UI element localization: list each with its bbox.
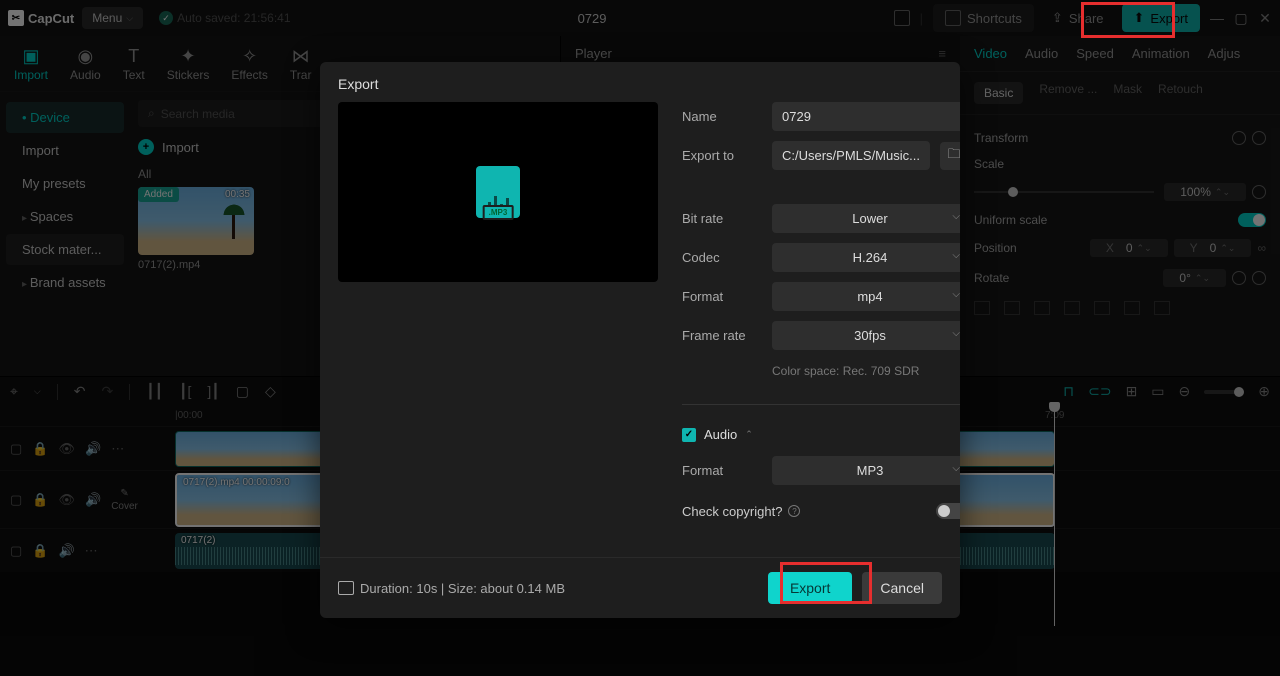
copyright-label: Check copyright?: [682, 504, 782, 519]
format-label: Format: [682, 289, 762, 304]
film-icon: [338, 581, 354, 595]
modal-cancel-button[interactable]: Cancel: [862, 572, 942, 604]
bitrate-select[interactable]: Lower: [772, 204, 960, 233]
modal-footer: Duration: 10s | Size: about 0.14 MB Expo…: [320, 557, 960, 618]
mp3-file-icon: .MP3: [476, 166, 520, 218]
modal-title: Export: [320, 62, 960, 102]
framerate-select[interactable]: 30fps: [772, 321, 960, 350]
exportto-label: Export to: [682, 148, 762, 163]
framerate-label: Frame rate: [682, 328, 762, 343]
export-modal: Export .MP3 Name Export to C:/Users/PMLS…: [320, 62, 960, 618]
name-label: Name: [682, 109, 762, 124]
export-info: Duration: 10s | Size: about 0.14 MB: [338, 581, 565, 596]
exportto-path[interactable]: C:/Users/PMLS/Music...: [772, 141, 930, 170]
help-icon[interactable]: ?: [788, 505, 800, 517]
folder-button[interactable]: 🗀: [940, 142, 960, 170]
bitrate-label: Bit rate: [682, 211, 762, 226]
audio-checkbox[interactable]: ✓: [682, 428, 696, 442]
audio-format-select[interactable]: MP3: [772, 456, 960, 485]
name-input[interactable]: [772, 102, 960, 131]
modal-export-button[interactable]: Export: [768, 572, 852, 604]
chevron-up-icon: ⌃: [745, 429, 753, 440]
copyright-toggle[interactable]: [936, 503, 960, 519]
audio-section-header[interactable]: ✓ Audio ⌃: [682, 423, 960, 446]
export-form: Name Export to C:/Users/PMLS/Music... 🗀 …: [682, 102, 960, 557]
colorspace-info: Color space: Rec. 709 SDR: [682, 360, 960, 386]
audio-format-label: Format: [682, 463, 762, 478]
export-preview: .MP3: [338, 102, 658, 282]
folder-icon: 🗀: [947, 145, 960, 167]
codec-label: Codec: [682, 250, 762, 265]
format-select[interactable]: mp4: [772, 282, 960, 311]
codec-select[interactable]: H.264: [772, 243, 960, 272]
